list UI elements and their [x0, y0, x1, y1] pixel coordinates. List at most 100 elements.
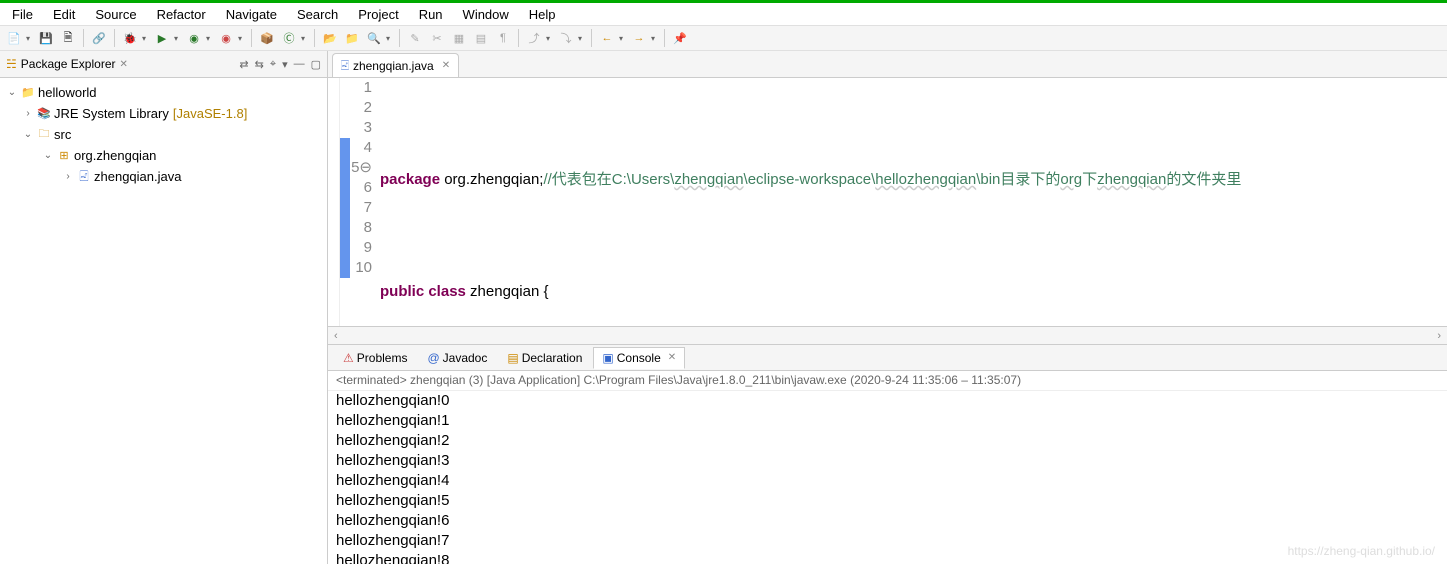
pin-icon[interactable]: 📌	[670, 28, 690, 48]
editor-hscroll[interactable]: ‹ ›	[328, 326, 1447, 344]
scroll-right-icon[interactable]: ›	[1437, 330, 1441, 342]
menu-search[interactable]: Search	[289, 5, 346, 24]
expand-icon[interactable]: ⌄	[20, 129, 36, 140]
console-line: hellozhengqian!1	[336, 411, 1439, 431]
paragraph-icon[interactable]: ¶	[493, 28, 513, 48]
scroll-left-icon[interactable]: ‹	[334, 330, 338, 342]
folder-icon[interactable]: 📁	[342, 28, 362, 48]
console-line: hellozhengqian!8	[336, 551, 1439, 564]
menu-edit[interactable]: Edit	[45, 5, 83, 24]
save-icon[interactable]: 💾	[36, 28, 56, 48]
editor-tab[interactable]: 🀐 zhengqian.java ✕	[332, 53, 459, 77]
line-num: 6	[350, 178, 372, 198]
line-num: 10	[350, 258, 372, 278]
separator	[591, 29, 592, 47]
link-icon[interactable]: 🔗	[89, 28, 109, 48]
tree-file[interactable]: › 🀐 zhengqian.java	[0, 166, 327, 187]
marker-bar	[340, 78, 350, 326]
debug-icon[interactable]: 🐞	[120, 28, 140, 48]
dropdown-icon[interactable]: ▾	[578, 34, 586, 43]
code-line: package org.zhengqian;//代表包在C:\Users\zhe…	[380, 170, 1447, 190]
tab-declaration[interactable]: ▤Declaration	[498, 347, 591, 369]
dropdown-icon[interactable]: ▾	[546, 34, 554, 43]
dropdown-icon[interactable]: ▾	[386, 34, 394, 43]
console-line: hellozhengqian!7	[336, 531, 1439, 551]
wand-icon[interactable]: ✎	[405, 28, 425, 48]
close-icon[interactable]: ✕	[119, 59, 127, 70]
collapse-icon[interactable]: ⇄	[239, 58, 248, 71]
dropdown-icon[interactable]: ▾	[651, 34, 659, 43]
code-content[interactable]: package org.zhengqian;//代表包在C:\Users\zhe…	[380, 78, 1447, 326]
tab-problems[interactable]: ⚠Problems	[334, 347, 416, 369]
close-icon[interactable]: ✕	[668, 352, 676, 363]
library-icon: 📚	[36, 107, 52, 120]
menu-navigate[interactable]: Navigate	[218, 5, 285, 24]
watermark: https://zheng-qian.github.io/	[1288, 544, 1435, 558]
tree-package[interactable]: ⌄ ⊞ org.zhengqian	[0, 145, 327, 166]
new-package-icon[interactable]: 📦	[257, 28, 277, 48]
dropdown-icon[interactable]: ▾	[142, 34, 150, 43]
save-all-icon[interactable]: 🗎	[58, 28, 78, 48]
dropdown-icon[interactable]: ▾	[238, 34, 246, 43]
tree-project[interactable]: ⌄ 📁 helloworld	[0, 82, 327, 103]
nav-icon[interactable]: ⤵	[556, 28, 576, 48]
search-icon[interactable]: 🔍	[364, 28, 384, 48]
dropdown-icon[interactable]: ▾	[26, 34, 34, 43]
package-explorer-view: ☵ Package Explorer ✕ ⇄ ⇆ ⌖ ▾ — ▢ ⌄ 📁 hel…	[0, 51, 328, 564]
back-icon[interactable]: ←	[597, 28, 617, 48]
menu-run[interactable]: Run	[411, 5, 451, 24]
new-class-icon[interactable]: Ⓒ	[279, 28, 299, 48]
package-icon: ⊞	[56, 149, 72, 162]
new-icon[interactable]: 📄	[4, 28, 24, 48]
menu-project[interactable]: Project	[350, 5, 406, 24]
task-icon[interactable]: ▦	[449, 28, 469, 48]
console-line: hellozhengqian!0	[336, 391, 1439, 411]
forward-icon[interactable]: →	[629, 28, 649, 48]
link-editor-icon[interactable]: ⇆	[255, 58, 264, 71]
dropdown-icon[interactable]: ▾	[301, 34, 309, 43]
view-menu-icon[interactable]: ▾	[282, 58, 288, 71]
src-folder-icon: 🗀	[36, 125, 52, 144]
dropdown-icon[interactable]: ▾	[619, 34, 627, 43]
close-icon[interactable]: ✕	[442, 60, 450, 71]
tab-javadoc[interactable]: @Javadoc	[418, 347, 496, 369]
expand-icon[interactable]: ›	[60, 171, 76, 182]
console-output[interactable]: hellozhengqian!0 hellozhengqian!1 helloz…	[328, 391, 1447, 564]
run-icon[interactable]: ▶	[152, 28, 172, 48]
code-editor[interactable]: 1 2 3 4 5⊖ 6 7 8 9 10 package org.zhengq…	[328, 78, 1447, 326]
open-type-icon[interactable]: 📂	[320, 28, 340, 48]
coverage-icon[interactable]: ◉	[184, 28, 204, 48]
line-num: 5⊖	[350, 158, 372, 178]
package-label: org.zhengqian	[74, 148, 156, 163]
main-area: ☵ Package Explorer ✕ ⇄ ⇆ ⌖ ▾ — ▢ ⌄ 📁 hel…	[0, 51, 1447, 564]
project-icon: 📁	[20, 86, 36, 99]
edit-icon[interactable]: ▤	[471, 28, 491, 48]
expand-icon[interactable]: ⌄	[4, 87, 20, 98]
dropdown-icon[interactable]: ▾	[206, 34, 214, 43]
minimize-icon[interactable]: —	[294, 58, 305, 71]
menu-help[interactable]: Help	[521, 5, 564, 24]
console-line: hellozhengqian!2	[336, 431, 1439, 451]
console-line: hellozhengqian!4	[336, 471, 1439, 491]
cut-icon[interactable]: ✂	[427, 28, 447, 48]
tree-src[interactable]: ⌄ 🗀 src	[0, 124, 327, 145]
expand-icon[interactable]: ›	[20, 108, 36, 119]
menu-file[interactable]: File	[4, 5, 41, 24]
tab-console[interactable]: ▣Console ✕	[593, 347, 685, 369]
expand-icon[interactable]: ⌄	[40, 150, 56, 161]
menu-window[interactable]: Window	[455, 5, 517, 24]
tree-jre[interactable]: › 📚 JRE System Library [JavaSE-1.8]	[0, 103, 327, 124]
separator	[664, 29, 665, 47]
menu-source[interactable]: Source	[87, 5, 144, 24]
src-label: src	[54, 127, 71, 142]
console-line: hellozhengqian!3	[336, 451, 1439, 471]
focus-icon[interactable]: ⌖	[270, 58, 276, 71]
maximize-icon[interactable]: ▢	[311, 58, 321, 71]
line-num: 1	[350, 78, 372, 98]
nav-icon[interactable]: ⤴	[524, 28, 544, 48]
overview-ruler	[328, 78, 340, 326]
editor-area: 🀐 zhengqian.java ✕ 1 2 3 4 5⊖ 6 7 8 9 1	[328, 51, 1447, 564]
dropdown-icon[interactable]: ▾	[174, 34, 182, 43]
run-last-icon[interactable]: ◉	[216, 28, 236, 48]
menu-refactor[interactable]: Refactor	[149, 5, 214, 24]
